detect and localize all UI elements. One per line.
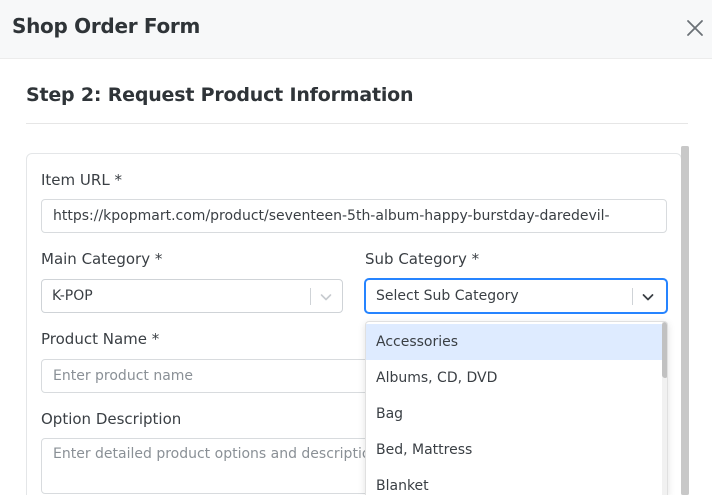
- dropdown-option[interactable]: Albums, CD, DVD: [366, 360, 662, 396]
- main-category-value: K-POP: [52, 288, 93, 304]
- sub-category-label: Sub Category *: [365, 250, 480, 268]
- dropdown-option[interactable]: Blanket: [366, 468, 662, 495]
- option-description-placeholder: Enter detailed product options and descr…: [53, 446, 371, 462]
- step-title: Step 2: Request Product Information: [26, 84, 414, 106]
- item-url-value: https://kpopmart.com/product/seventeen-5…: [53, 208, 610, 224]
- close-icon[interactable]: [683, 16, 707, 40]
- product-name-input[interactable]: Enter product name: [41, 359, 371, 393]
- dropdown-option[interactable]: Bed, Mattress: [366, 432, 662, 468]
- modal-title: Shop Order Form: [12, 14, 201, 38]
- product-name-label: Product Name *: [41, 330, 160, 348]
- page-scrollbar-thumb[interactable]: [681, 146, 689, 495]
- sub-category-select[interactable]: Select Sub Category: [365, 279, 667, 313]
- chevron-down-icon[interactable]: [318, 289, 334, 305]
- modal-header: Shop Order Form: [0, 0, 712, 59]
- product-name-placeholder: Enter product name: [53, 368, 194, 384]
- close-icon-glyph: [687, 20, 703, 36]
- dropdown-option[interactable]: Accessories: [366, 324, 662, 360]
- option-description-label: Option Description: [41, 410, 182, 428]
- sub-category-dropdown-menu: Accessories Albums, CD, DVD Bag Bed, Mat…: [365, 321, 668, 495]
- option-description-textarea[interactable]: Enter detailed product options and descr…: [41, 438, 371, 494]
- sub-category-separator: [632, 288, 633, 305]
- item-url-input[interactable]: https://kpopmart.com/product/seventeen-5…: [41, 199, 667, 233]
- sub-category-placeholder: Select Sub Category: [376, 288, 519, 304]
- main-category-select[interactable]: K-POP: [41, 279, 343, 313]
- step-divider: [26, 123, 688, 124]
- main-category-separator: [310, 288, 311, 305]
- dropdown-scrollbar-thumb[interactable]: [662, 322, 667, 378]
- main-category-label: Main Category *: [41, 250, 163, 268]
- chevron-down-icon[interactable]: [640, 289, 656, 305]
- dropdown-option[interactable]: Bag: [366, 396, 662, 432]
- item-url-label: Item URL *: [41, 171, 122, 189]
